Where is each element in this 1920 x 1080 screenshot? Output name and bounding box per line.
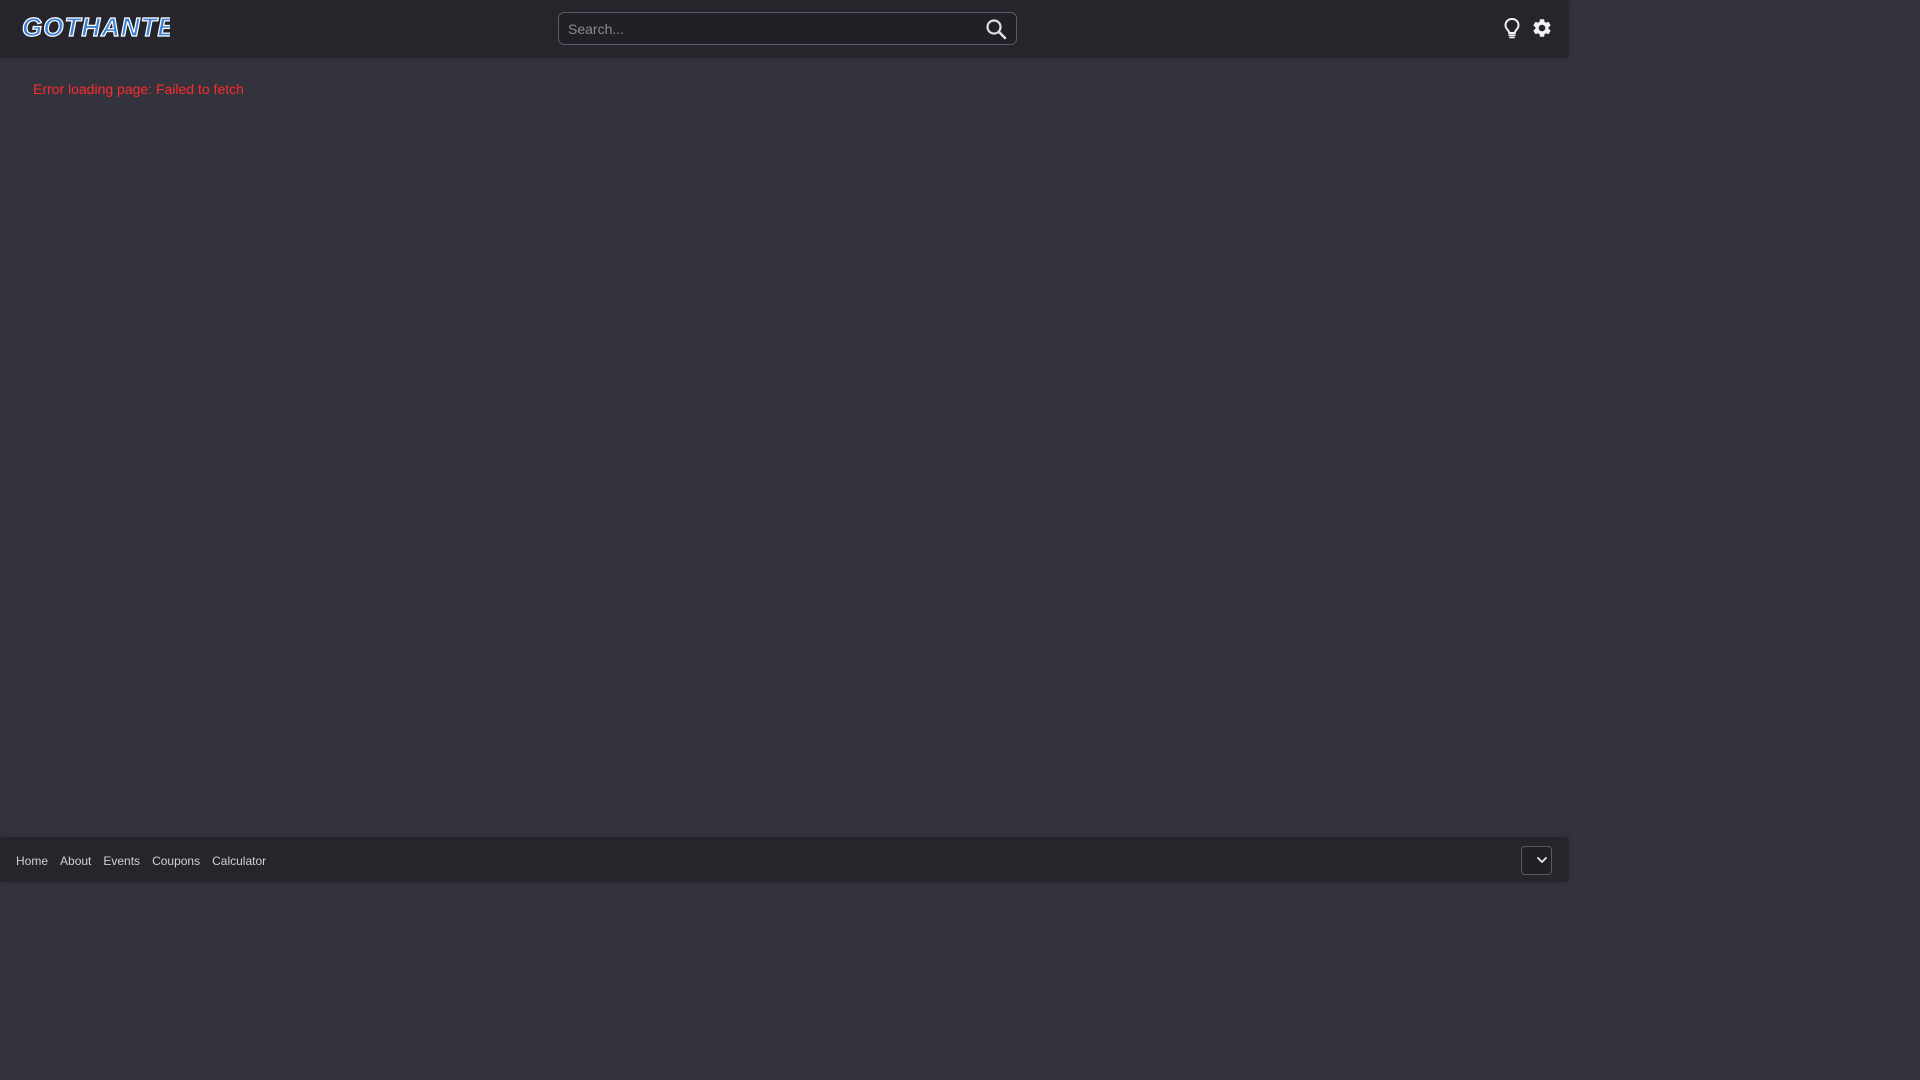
search-input[interactable] — [559, 13, 978, 44]
top-bar: GOTHANTE — [0, 0, 1568, 56]
main-content: Error loading page: Failed to fetch — [0, 57, 1568, 837]
footer-link-about[interactable]: About — [60, 854, 91, 868]
footer-link-events[interactable]: Events — [103, 854, 140, 868]
error-message: Error loading page: Failed to fetch — [33, 81, 244, 97]
language-select[interactable] — [1521, 846, 1552, 875]
footer-link-calculator[interactable]: Calculator — [212, 854, 266, 868]
site-logo[interactable]: GOTHANTE — [20, 10, 170, 44]
footer-link-coupons[interactable]: Coupons — [152, 854, 200, 868]
footer: Home About Events Coupons Calculator — [0, 839, 1568, 882]
svg-text:GOTHANTE: GOTHANTE — [22, 12, 170, 42]
footer-nav: Home About Events Coupons Calculator — [16, 854, 266, 868]
footer-link-home[interactable]: Home — [16, 854, 48, 868]
lightbulb-icon[interactable] — [1501, 17, 1523, 39]
search-icon[interactable] — [984, 17, 1008, 41]
gear-icon[interactable] — [1531, 17, 1553, 39]
chevron-down-icon — [1537, 857, 1547, 863]
search-box — [558, 12, 1017, 45]
